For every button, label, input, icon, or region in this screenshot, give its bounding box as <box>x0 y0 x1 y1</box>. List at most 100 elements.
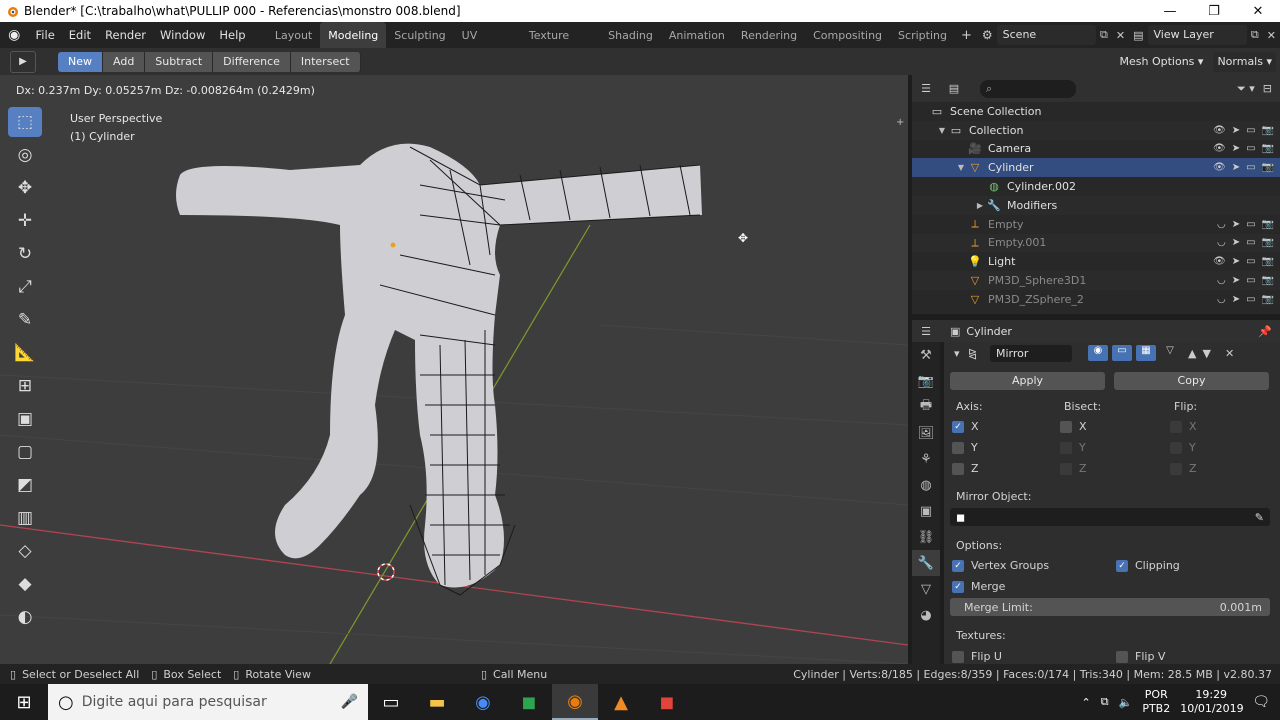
constraints-tab-icon[interactable]: ⛓ <box>912 524 940 550</box>
output-tab-icon[interactable]: 🖶 <box>912 394 940 420</box>
eyedropper-icon[interactable]: ✎ <box>1255 511 1264 524</box>
eye-icon[interactable]: 👁 <box>1213 143 1226 154</box>
blender-taskbar-icon[interactable]: ◉ <box>552 684 598 720</box>
visibility-toggles[interactable]: 👁 ➤ ▭ 📷 <box>1213 162 1274 173</box>
windows-start-icon[interactable]: ⊞ <box>0 692 48 713</box>
apply-button[interactable]: Apply <box>950 372 1105 390</box>
mode-intersect-button[interactable]: Intersect <box>290 51 361 72</box>
outliner-row[interactable]: 🎥 Camera 👁 ➤ ▭ 📷 <box>912 140 1280 159</box>
move-arrows-tool-icon[interactable]: ✛ <box>8 206 42 236</box>
copy-button[interactable]: Copy <box>1114 372 1269 390</box>
select-arrow-icon[interactable]: ➤ <box>1232 275 1240 286</box>
clock[interactable]: 19:29 10/01/2019 <box>1180 688 1243 716</box>
view-layer-tab-icon[interactable]: 🖼 <box>912 420 940 446</box>
show-on-cage-icon[interactable]: ▦ <box>1136 345 1156 361</box>
render-icon[interactable]: 📷 <box>1262 162 1274 173</box>
render-icon[interactable]: 📷 <box>1262 256 1274 267</box>
eye-icon[interactable]: 👁 <box>1213 162 1226 173</box>
add-cube-tool-icon[interactable]: ⊞ <box>8 371 42 401</box>
expand-arrow-icon[interactable]: ▼ <box>912 163 968 172</box>
bevel-tool-icon[interactable]: ◩ <box>8 470 42 500</box>
cursor-tool-icon[interactable]: ◎ <box>8 140 42 170</box>
select-arrow-icon[interactable]: ➤ <box>1232 256 1240 267</box>
merge-checkbox[interactable]: ✓ Merge <box>952 580 1005 593</box>
tab-shading[interactable]: Shading <box>600 22 661 48</box>
flip-y-checkbox[interactable]: Y <box>1170 441 1196 454</box>
eye-icon[interactable]: 👁 <box>1213 256 1226 267</box>
view-layer-selector[interactable]: View Layer <box>1147 25 1247 45</box>
rotate-tool-icon[interactable]: ↻ <box>8 239 42 269</box>
outliner-row[interactable]: ▼ ▭ Collection 👁 ➤ ▭ 📷 <box>912 120 1280 140</box>
select-arrow-icon[interactable]: ➤ <box>1232 294 1240 305</box>
outliner-row[interactable]: ▶ 🔧 Modifiers <box>912 195 1280 215</box>
render-icon[interactable]: 📷 <box>1262 219 1274 230</box>
move-down-icon[interactable]: ▼ <box>1202 347 1210 360</box>
vlc-icon[interactable]: ▲ <box>598 684 644 720</box>
poly-build-tool-icon[interactable]: ◆ <box>8 569 42 599</box>
scene-icon[interactable]: ⚙ <box>978 28 997 42</box>
pin-icon[interactable]: 📌 <box>1258 325 1280 338</box>
spin-tool-icon[interactable]: ◐ <box>8 602 42 632</box>
outliner-row[interactable]: ▼ ▽ Cylinder 👁 ➤ ▭ 📷 <box>912 158 1280 178</box>
render-icon[interactable]: 📷 <box>1262 143 1274 154</box>
tray-chevron-icon[interactable]: ⌃ <box>1082 696 1091 709</box>
render-icon[interactable]: 📷 <box>1262 125 1274 136</box>
render-tab-icon[interactable]: 📷 <box>912 368 940 394</box>
3d-viewport[interactable]: ✥ + Dx: 0.237m Dy: 0.05257m Dz: -0.00826… <box>0 75 908 664</box>
viewport-icon[interactable]: ▭ <box>1246 275 1255 286</box>
modifier-name-field[interactable]: Mirror <box>990 344 1072 362</box>
collapse-icon[interactable]: ▾ <box>954 347 968 360</box>
viewport-icon[interactable]: ▭ <box>1246 256 1255 267</box>
file-explorer-icon[interactable]: ▬ <box>414 684 460 720</box>
loop-cut-tool-icon[interactable]: ▥ <box>8 503 42 533</box>
tab-texture-paint[interactable]: Texture Paint <box>521 22 600 70</box>
show-in-editmode-icon[interactable]: ◉ <box>1088 345 1108 361</box>
mode-add-button[interactable]: Add <box>103 51 146 72</box>
view-layer-icon[interactable]: ▤ <box>1129 29 1147 42</box>
language-indicator[interactable]: POR PTB2 <box>1142 688 1170 716</box>
object-tab-icon[interactable]: ▣ <box>912 498 940 524</box>
select-arrow-icon[interactable]: ➤ <box>1232 162 1240 173</box>
outliner-row[interactable]: ◍ Cylinder.002 <box>912 177 1280 196</box>
outliner-row[interactable]: ⟂ Empty.001 ◡ ➤ ▭ 📷 <box>912 233 1280 253</box>
move-up-icon[interactable]: ▲ <box>1188 347 1196 360</box>
scene-selector[interactable]: Scene <box>996 25 1097 45</box>
eye-icon[interactable]: 👁 <box>1213 125 1226 136</box>
visibility-toggles[interactable]: ◡ ➤ ▭ 📷 <box>1217 237 1274 248</box>
show-realtime-icon[interactable]: ▭ <box>1112 345 1132 361</box>
mesh-options-dropdown[interactable]: Mesh Options ▾ <box>1116 55 1208 68</box>
eye-icon[interactable]: ◡ <box>1217 294 1226 305</box>
eye-icon[interactable]: ◡ <box>1217 237 1226 248</box>
task-view-icon[interactable]: ▭ <box>368 684 414 720</box>
scene-tab-icon[interactable]: ⚘ <box>912 446 940 472</box>
select-box-tool-icon[interactable]: ⬚ <box>8 107 42 137</box>
viewport-icon[interactable]: ▭ <box>1246 294 1255 305</box>
expand-arrow-icon[interactable]: ▼ <box>912 126 949 135</box>
maximize-button[interactable]: ❐ <box>1192 4 1236 19</box>
viewport-icon[interactable]: ▭ <box>1246 219 1255 230</box>
world-tab-icon[interactable]: ◍ <box>912 472 940 498</box>
tab-rendering[interactable]: Rendering <box>733 22 805 48</box>
minimize-button[interactable]: — <box>1148 4 1192 19</box>
visibility-toggles[interactable]: 👁 ➤ ▭ 📷 <box>1213 256 1274 267</box>
scale-tool-icon[interactable]: ⤢ <box>8 272 42 302</box>
volume-icon[interactable]: 🔈 <box>1119 696 1133 709</box>
copy-scene-icon[interactable]: ⧉ <box>1096 28 1112 42</box>
menu-help[interactable]: Help <box>212 22 252 48</box>
eye-icon[interactable]: ◡ <box>1217 275 1226 286</box>
tab-uv-editing[interactable]: UV Editing <box>454 22 521 70</box>
copy-view-layer-icon[interactable]: ⧉ <box>1247 28 1263 42</box>
visibility-toggles[interactable]: ◡ ➤ ▭ 📷 <box>1217 294 1274 305</box>
flip-v-checkbox[interactable]: Flip V <box>1116 650 1165 663</box>
viewport-canvas[interactable]: ✥ + <box>0 75 908 664</box>
flip-x-checkbox[interactable]: X <box>1170 420 1197 433</box>
eye-icon[interactable]: ◡ <box>1217 219 1226 230</box>
visibility-toggles[interactable]: 👁 ➤ ▭ 📷 <box>1213 143 1274 154</box>
viewport-icon[interactable]: ▭ <box>1246 125 1255 136</box>
render-icon[interactable]: 📷 <box>1262 294 1274 305</box>
data-tab-icon[interactable]: ▽ <box>912 576 940 602</box>
tab-sculpting[interactable]: Sculpting <box>386 22 453 48</box>
expand-arrow-icon[interactable]: ▶ <box>912 201 987 210</box>
visibility-toggles[interactable]: ◡ ➤ ▭ 📷 <box>1217 219 1274 230</box>
select-arrow-icon[interactable]: ➤ <box>1232 143 1240 154</box>
